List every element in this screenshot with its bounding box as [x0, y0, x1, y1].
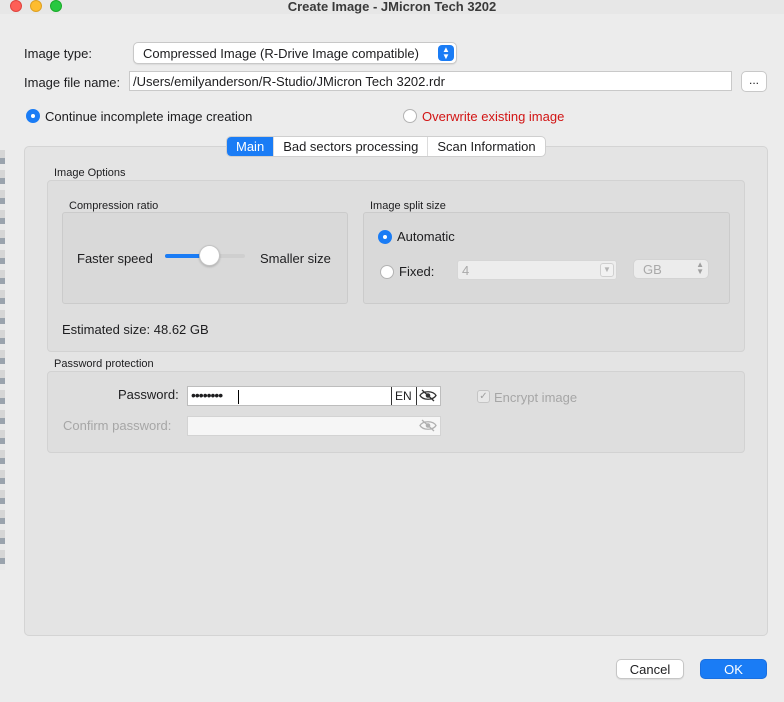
ok-button[interactable]: OK	[700, 659, 767, 679]
split-size-combo[interactable]: 4 ▼	[457, 260, 617, 280]
image-split-size-title: Image split size	[370, 200, 446, 212]
encrypt-image-label: Encrypt image	[494, 390, 578, 405]
overwrite-image-label[interactable]: Overwrite existing image	[422, 109, 564, 124]
split-automatic-radio[interactable]	[378, 230, 392, 244]
split-size-value: 4	[462, 263, 470, 278]
compression-slider-knob[interactable]	[198, 245, 220, 266]
compression-ratio-title: Compression ratio	[69, 200, 159, 212]
split-automatic-label[interactable]: Automatic	[397, 229, 455, 244]
split-unit-value: GB	[643, 262, 662, 277]
image-type-label: Image type:	[24, 46, 92, 61]
image-split-size-box	[363, 212, 730, 304]
popup-chevron-icon: ▲ ▼	[438, 45, 454, 61]
image-type-popup[interactable]: Compressed Image (R-Drive Image compatib…	[133, 42, 457, 64]
cancel-button[interactable]: Cancel	[616, 659, 684, 679]
confirm-password-label: Confirm password:	[63, 418, 172, 433]
image-file-name-input[interactable]: /Users/emilyanderson/R-Studio/JMicron Te…	[129, 71, 732, 91]
encrypt-image-checkbox[interactable]: ✓	[477, 390, 490, 403]
tab-bad-sectors-processing[interactable]: Bad sectors processing	[274, 137, 429, 156]
tab-scan-information[interactable]: Scan Information	[428, 137, 544, 156]
image-file-name-label: Image file name:	[24, 75, 121, 90]
hide-password-icon	[419, 419, 437, 432]
background-window-edge	[0, 150, 5, 570]
password-protection-title: Password protection	[54, 358, 154, 370]
password-input[interactable]: •••••••• EN	[187, 386, 441, 406]
text-caret	[238, 390, 239, 404]
image-options-title: Image Options	[54, 167, 126, 179]
popup-chevron-icon: ▲ ▼	[696, 260, 704, 276]
split-fixed-label[interactable]: Fixed:	[399, 264, 434, 279]
password-label: Password:	[118, 387, 179, 402]
chevron-down-icon: ▼	[600, 263, 614, 277]
window-title: Create Image - JMicron Tech 3202	[287, 0, 497, 14]
image-file-name-value: /Users/emilyanderson/R-Studio/JMicron Te…	[133, 74, 445, 89]
split-fixed-radio[interactable]	[380, 265, 394, 279]
smaller-size-label: Smaller size	[260, 251, 331, 266]
confirm-password-input[interactable]	[187, 416, 441, 436]
continue-creation-label[interactable]: Continue incomplete image creation	[45, 109, 252, 124]
input-language-indicator: EN	[391, 387, 417, 405]
password-protection-group	[47, 371, 745, 453]
hide-password-icon[interactable]	[419, 389, 437, 402]
overwrite-image-radio[interactable]	[403, 109, 417, 123]
tab-main[interactable]: Main	[227, 137, 275, 156]
faster-speed-label: Faster speed	[77, 251, 153, 266]
password-masked-value: ••••••••	[191, 387, 223, 403]
image-type-value: Compressed Image (R-Drive Image compatib…	[143, 46, 419, 61]
browse-button[interactable]: ...	[741, 71, 767, 92]
continue-creation-radio[interactable]	[26, 109, 40, 123]
estimated-size-text: Estimated size: 48.62 GB	[62, 322, 209, 337]
tab-bar: Main Bad sectors processing Scan Informa…	[226, 136, 546, 157]
title-bar: Create Image - JMicron Tech 3202	[0, 0, 784, 14]
split-unit-popup[interactable]: GB ▲ ▼	[633, 259, 709, 279]
